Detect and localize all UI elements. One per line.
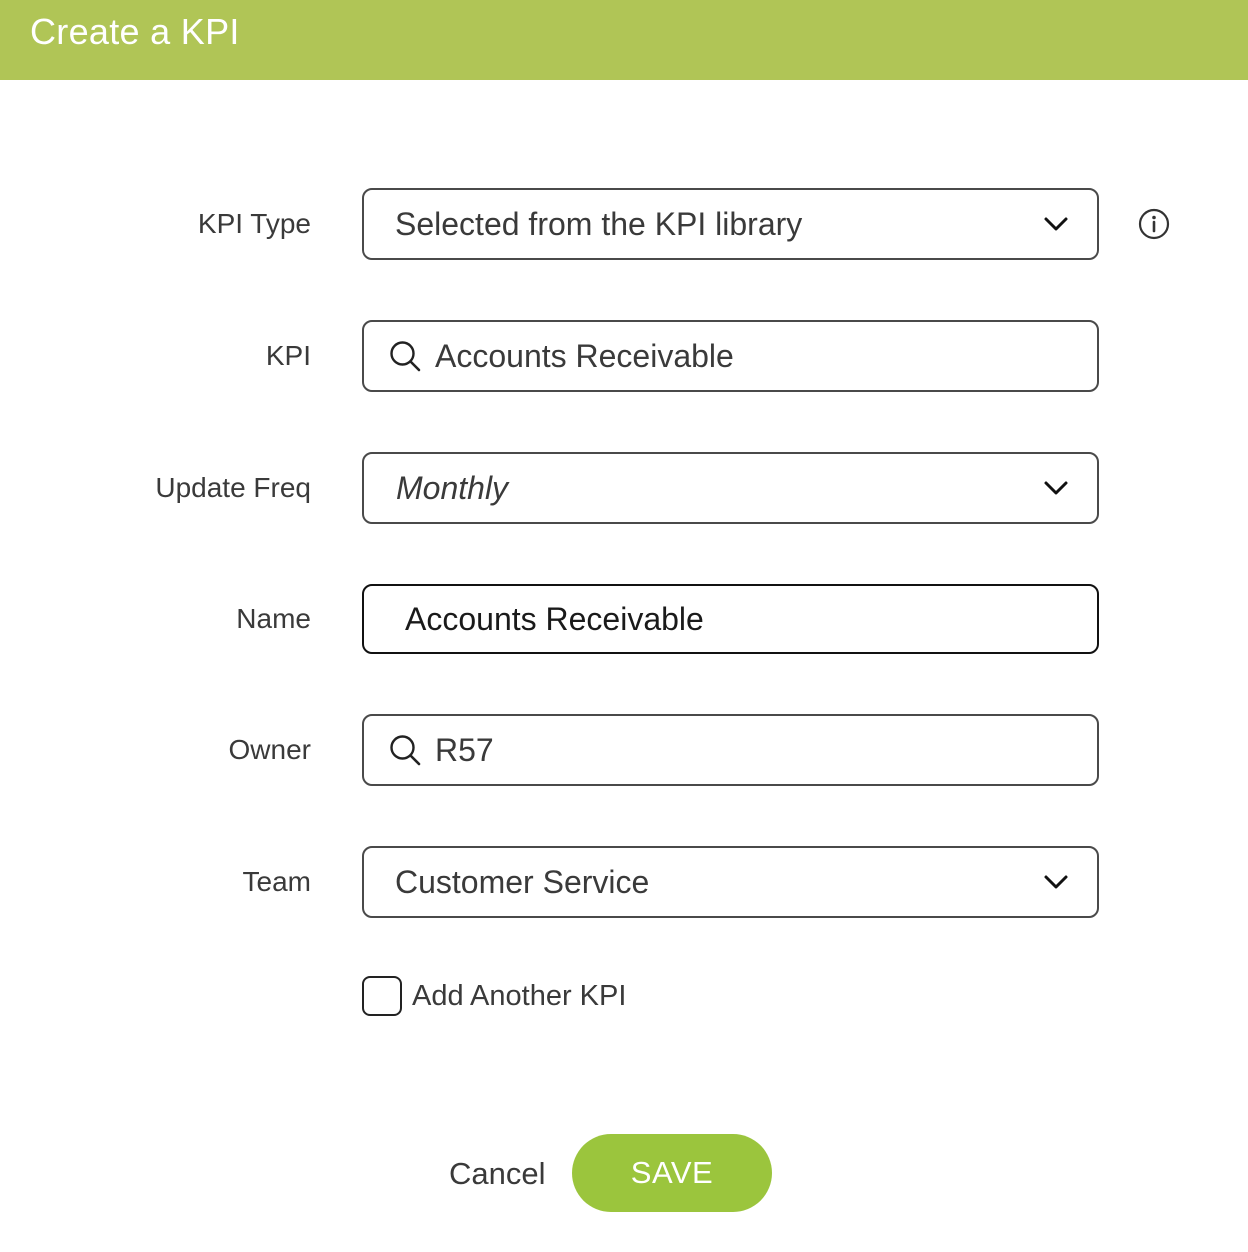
name-label: Name: [236, 603, 311, 634]
update-freq-select[interactable]: Monthly: [362, 452, 1099, 524]
name-value: Accounts Receivable: [405, 601, 704, 637]
save-button[interactable]: SAVE: [572, 1134, 772, 1212]
team-value: Customer Service: [395, 864, 650, 900]
dialog-title: Create a KPI: [30, 11, 240, 52]
kpi-type-value: Selected from the KPI library: [395, 206, 803, 242]
chevron-down-icon: [1044, 875, 1068, 889]
add-another-kpi-checkbox[interactable]: [362, 976, 402, 1016]
chevron-down-icon: [1044, 481, 1068, 495]
owner-value: R57: [435, 732, 494, 768]
kpi-type-label: KPI Type: [197, 208, 311, 239]
kpi-type-select[interactable]: Selected from the KPI library: [362, 188, 1099, 260]
chevron-down-icon: [1044, 217, 1068, 231]
update-freq-value: Monthly: [396, 470, 509, 506]
kpi-search-input[interactable]: Accounts Receivable: [362, 320, 1099, 392]
kpi-value: Accounts Receivable: [435, 338, 734, 374]
cancel-button[interactable]: Cancel: [449, 1156, 546, 1192]
add-another-kpi-label[interactable]: Add Another KPI: [412, 979, 626, 1013]
search-icon: [390, 735, 421, 766]
owner-label: Owner: [228, 734, 311, 765]
dialog-header: Create a KPI: [0, 0, 1248, 80]
name-input[interactable]: Accounts Receivable: [362, 584, 1099, 654]
owner-search-input[interactable]: R57: [362, 714, 1099, 786]
team-select[interactable]: Customer Service: [362, 846, 1099, 918]
kpi-label: KPI: [265, 340, 311, 371]
update-freq-label: Update Freq: [155, 472, 311, 503]
search-icon: [390, 341, 421, 372]
team-label: Team: [242, 866, 311, 897]
info-icon[interactable]: [1138, 208, 1170, 240]
